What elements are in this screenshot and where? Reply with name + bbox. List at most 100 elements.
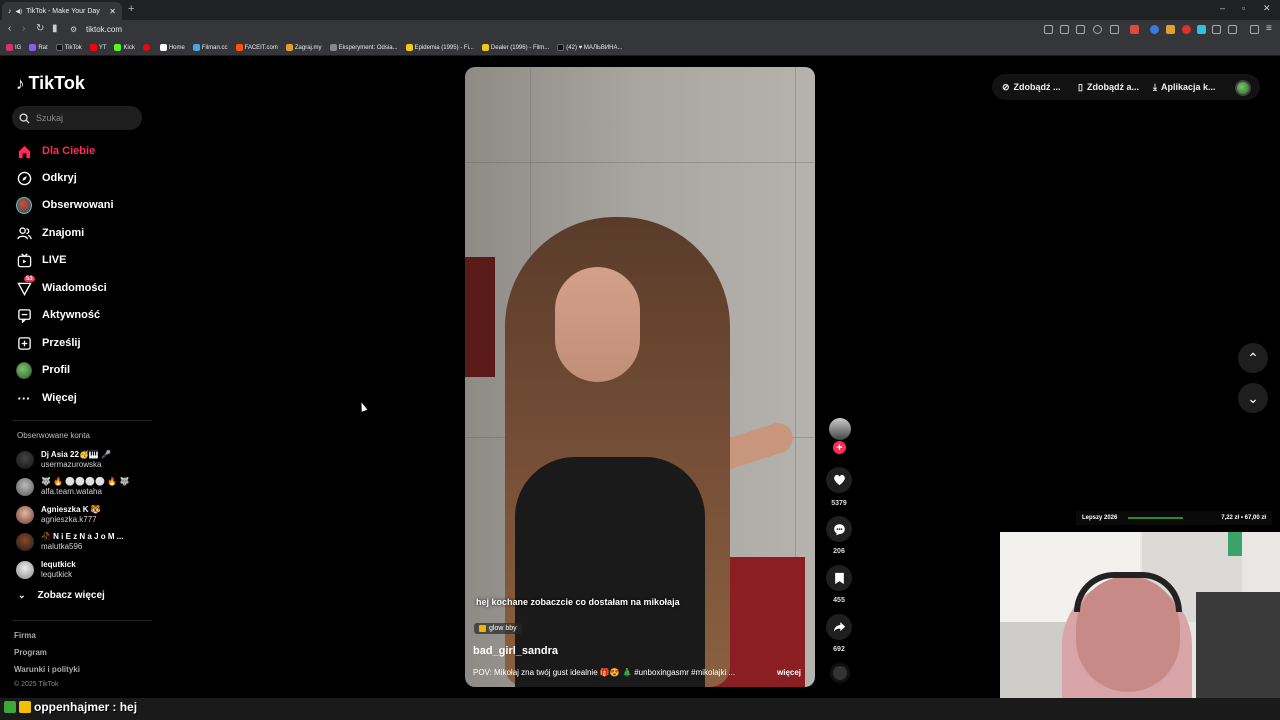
menu-icon[interactable]: ≡ — [1266, 23, 1272, 34]
see-more-button[interactable]: ⌄ Zobacz więcej — [18, 590, 105, 601]
bookmark-item[interactable]: TikTok — [55, 44, 82, 51]
new-tab-button[interactable]: + — [128, 3, 134, 15]
extension-icon[interactable] — [1150, 25, 1159, 34]
url-field[interactable]: tiktok.com — [86, 25, 122, 34]
maximize-button[interactable]: ▫ — [1242, 3, 1245, 13]
bookmark-item[interactable]: Kick — [114, 44, 135, 51]
get-app-button[interactable]: ▯ Zdobądź a... — [1078, 78, 1139, 96]
bookmark-item[interactable]: Dealer (1996) - Film... — [481, 44, 549, 51]
followed-account[interactable]: lequtkick lequtkick — [16, 558, 76, 582]
close-window-button[interactable]: ✕ — [1263, 3, 1271, 14]
compass-icon — [16, 170, 32, 186]
nav-label: Prześlij — [42, 337, 81, 349]
bookmark-item[interactable]: Eksperyment: Odsia... — [329, 44, 398, 51]
nav-label: Dla Ciebie — [42, 145, 96, 157]
download-icon[interactable] — [1212, 25, 1221, 34]
avatar — [16, 478, 34, 496]
bookmark-item[interactable]: Rat — [29, 44, 48, 51]
brave-shield-icon[interactable] — [1130, 25, 1139, 34]
bookmark-item[interactable]: IG — [6, 44, 21, 51]
bookmark-item[interactable]: YT — [89, 44, 106, 51]
comment-button[interactable] — [826, 516, 852, 542]
nav-explore[interactable]: Odkryj — [16, 168, 77, 188]
nav-live[interactable]: LIVE — [16, 250, 66, 270]
nav-label: Wiadomości — [42, 282, 107, 294]
nav-following[interactable]: Obserwowani — [16, 195, 114, 215]
desktop-app-button[interactable]: ⤓ Aplikacja k... — [1153, 78, 1216, 96]
more-icon: ··· — [17, 390, 31, 406]
bookmark-item[interactable]: Home — [159, 44, 185, 51]
site-info-icon[interactable]: ⚙ — [70, 25, 77, 34]
address-bar: ‹ › ↻ ▮ ⚙ tiktok.com ≡ — [0, 20, 1280, 40]
comment-icon — [833, 523, 845, 535]
effect-chip[interactable]: glow bby — [474, 623, 522, 634]
chat-username: oppenhajmer — [34, 700, 110, 714]
profile-avatar[interactable] — [1235, 80, 1251, 96]
like-button[interactable] — [826, 467, 852, 493]
bookmark-item[interactable]: FACEIT.com — [235, 44, 278, 51]
more-link[interactable]: więcej — [777, 668, 801, 677]
followed-account[interactable]: Dj Asia 22🥳🎹 🎤 usermazurowska — [16, 448, 111, 472]
footer-link-company[interactable]: Firma — [14, 631, 36, 640]
browser-tab[interactable]: ♪ ◀) TikTok - Make Your Day ✕ — [2, 2, 122, 20]
search-box[interactable] — [12, 106, 142, 130]
music-disc[interactable] — [830, 663, 850, 683]
save-button[interactable] — [826, 565, 852, 591]
bookmark-item[interactable]: Filman.cc — [192, 44, 228, 51]
tiktok-favicon-icon: ♪ — [8, 7, 12, 15]
nav-friends[interactable]: Znajomi — [16, 223, 84, 243]
bookmark-favicon-icon — [405, 44, 413, 51]
previous-video-button[interactable]: ⌃ — [1238, 343, 1268, 373]
share-icon[interactable] — [1110, 25, 1119, 34]
nav-activity[interactable]: Aktywność — [16, 305, 100, 325]
extension-icon[interactable] — [1044, 25, 1053, 34]
follow-button[interactable]: + — [833, 441, 846, 454]
translate-icon[interactable] — [1076, 25, 1085, 34]
back-button[interactable]: ‹ — [8, 23, 11, 34]
followed-account[interactable]: 🐺 🔥 ⚪⚪⚪⚪ 🔥 🐺 alfa.team.wataha — [16, 475, 130, 499]
media-icon[interactable] — [1250, 25, 1259, 34]
phone-icon: ▯ — [1078, 81, 1083, 92]
extension-icon[interactable] — [1182, 25, 1191, 34]
footer-link-program[interactable]: Program — [14, 648, 47, 657]
zoom-icon[interactable] — [1093, 25, 1102, 34]
forward-button[interactable]: › — [22, 23, 25, 34]
browser-tab-strip: ♪ ◀) TikTok - Make Your Day ✕ + – ▫ ✕ — [0, 0, 1280, 20]
share-button[interactable] — [826, 614, 852, 640]
chevron-up-icon: ⌃ — [1247, 349, 1259, 366]
bookmark-item[interactable] — [142, 44, 152, 51]
chat-overlay-bar — [0, 698, 1280, 720]
nav-for-you[interactable]: Dla Ciebie — [16, 141, 95, 161]
share-count: 692 — [833, 646, 845, 653]
chevron-down-icon: ⌄ — [1247, 389, 1259, 406]
followed-account[interactable]: Agnieszka K 🐯 agnieszka.k777 — [16, 503, 101, 527]
video-player[interactable] — [465, 67, 815, 687]
tiktok-logo[interactable]: ♪ TikTok — [16, 73, 85, 94]
extension-icon[interactable] — [1060, 25, 1069, 34]
close-tab-icon[interactable]: ✕ — [109, 7, 116, 16]
nav-upload[interactable]: Prześlij — [16, 333, 81, 353]
next-video-button[interactable]: ⌄ — [1238, 383, 1268, 413]
link-icon[interactable] — [1228, 25, 1237, 34]
extension-icon[interactable] — [1166, 25, 1175, 34]
bookmark-item[interactable]: Epidemia (1995) - Fi... — [405, 44, 474, 51]
creator-avatar[interactable] — [829, 418, 851, 440]
get-coins-button[interactable]: ⊘ Zdobądź ... — [1002, 78, 1061, 96]
footer-link-terms[interactable]: Warunki i polityki — [14, 665, 80, 674]
nav-profile[interactable]: Profil — [16, 360, 70, 380]
video-author[interactable]: bad_girl_sandra — [473, 645, 558, 657]
nav-messages[interactable]: 53 Wiadomości — [16, 276, 107, 298]
bookmark-item[interactable]: (42) ♥ МАЛЬВИНА... — [557, 44, 623, 51]
avatar — [16, 451, 34, 469]
nav-more[interactable]: ··· Więcej — [16, 388, 77, 408]
avatar — [16, 533, 34, 551]
extension-icon[interactable] — [1197, 25, 1206, 34]
followed-account[interactable]: 🥀 N i E z N a J o M ... malutka596 — [16, 530, 123, 554]
search-input[interactable] — [36, 113, 126, 123]
bookmark-item[interactable]: Zagraj.my — [285, 44, 322, 51]
reload-button[interactable]: ↻ — [36, 23, 44, 34]
bookmark-icon[interactable]: ▮ — [52, 23, 58, 34]
bookmark-icon — [834, 572, 844, 584]
minimize-button[interactable]: – — [1220, 3, 1225, 13]
like-count: 5379 — [831, 500, 847, 507]
